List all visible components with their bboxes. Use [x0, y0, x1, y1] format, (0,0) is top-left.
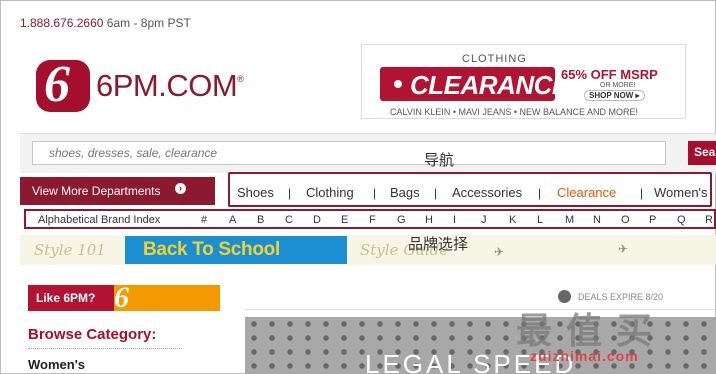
ad-brands: CALVIN KLEIN • MAVI JEANS • NEW BALANCE … [390, 107, 639, 117]
brand-letter-o[interactable]: O [621, 214, 630, 226]
nav-item-clothing[interactable]: Clothing [306, 185, 354, 200]
tag-hole-icon [394, 80, 402, 88]
like-6pm-label: Like 6PM? [28, 285, 114, 311]
brand-letter-k[interactable]: K [509, 214, 516, 226]
brand-index-label[interactable]: Alphabetical Brand Index [38, 214, 160, 226]
brand-letter-r[interactable]: R [705, 214, 713, 226]
brand-letter-p[interactable]: P [649, 214, 656, 226]
nav-item-clearance[interactable]: Clearance [557, 185, 616, 200]
back-to-school-ribbon[interactable]: Back To School [125, 236, 347, 264]
clearance-ad-banner[interactable]: CLOTHING CLEARANCE 65% OFF MSRP OR MORE!… [361, 44, 686, 119]
deals-expire: DEALS EXPIRE 8/20 [578, 292, 664, 302]
ad-more: OR MORE! [600, 82, 636, 89]
brand-letter-i[interactable]: I [453, 214, 456, 226]
brand-letter-m[interactable]: M [565, 214, 574, 226]
brand-letter-d[interactable]: D [313, 214, 321, 226]
brand-letter-e[interactable]: E [341, 214, 348, 226]
paper-plane-icon: ✈ [494, 245, 505, 259]
brand-annotation: 品牌选择 [408, 236, 469, 253]
view-more-departments-button[interactable]: View More Departments [20, 177, 215, 205]
browse-category-heading: Browse Category: [28, 326, 157, 343]
nav-annotation: 导航 [424, 152, 455, 169]
ad-category: CLOTHING [462, 53, 527, 65]
clearance-tag-label: CLEARANCE [410, 70, 569, 100]
brand-letter-g[interactable]: G [397, 214, 406, 226]
logo-six-icon: 6 [114, 281, 129, 314]
logo-badge: 6 [36, 58, 90, 112]
brand-letter-l[interactable]: L [537, 214, 543, 226]
search-bar: Search [20, 133, 716, 173]
like-6pm-box[interactable]: Like 6PM? 6 [28, 281, 220, 314]
watermark: 最值买 [516, 311, 667, 352]
clearance-tag: CLEARANCE [380, 67, 569, 101]
search-button[interactable]: Search [688, 141, 716, 165]
brand-letter-hash[interactable]: # [201, 214, 207, 226]
divider [28, 348, 182, 349]
back-to-school-label: Back To School [143, 239, 280, 260]
nav-separator: | [373, 186, 377, 200]
nav-item-womens[interactable]: Women's [654, 185, 708, 200]
paper-plane-icon-2: ✈ [618, 242, 629, 256]
nav-separator: | [434, 186, 438, 200]
site-logo[interactable]: 6 6PM.COM® [36, 58, 244, 112]
chevron-right-icon: › [175, 183, 186, 194]
logo-text: 6PM.COM® [96, 68, 244, 103]
watermark-site: zuizhimai.com [530, 348, 639, 364]
brand-letter-f[interactable]: F [369, 214, 376, 226]
brand-letter-c[interactable]: C [285, 214, 293, 226]
nav-separator: | [538, 186, 542, 200]
nav-item-bags[interactable]: Bags [390, 185, 420, 200]
phone-info: 1.888.676.2660 6am - 8pm PST [20, 16, 191, 30]
brand-letter-j[interactable]: J [481, 214, 487, 226]
nav-item-shoes[interactable]: Shoes [237, 185, 274, 200]
category-womens[interactable]: Women's [28, 357, 85, 372]
nav-separator: | [640, 186, 644, 200]
nav-item-accessories[interactable]: Accessories [452, 185, 522, 200]
shop-now-button[interactable]: SHOP NOW ▸ [584, 90, 645, 101]
search-input[interactable] [32, 141, 666, 165]
brand-letter-a[interactable]: A [229, 214, 236, 226]
style-101-label: Style 101 [34, 241, 106, 259]
brand-letter-h[interactable]: H [425, 214, 433, 226]
brand-letter-q[interactable]: Q [677, 214, 686, 226]
brand-letter-b[interactable]: B [257, 214, 264, 226]
support-hours: 6am - 8pm PST [106, 16, 191, 30]
phone-number[interactable]: 1.888.676.2660 [20, 16, 103, 30]
ad-offer: 65% OFF MSRP [561, 67, 658, 82]
brand-letter-n[interactable]: N [593, 214, 601, 226]
nav-separator: | [288, 186, 292, 200]
